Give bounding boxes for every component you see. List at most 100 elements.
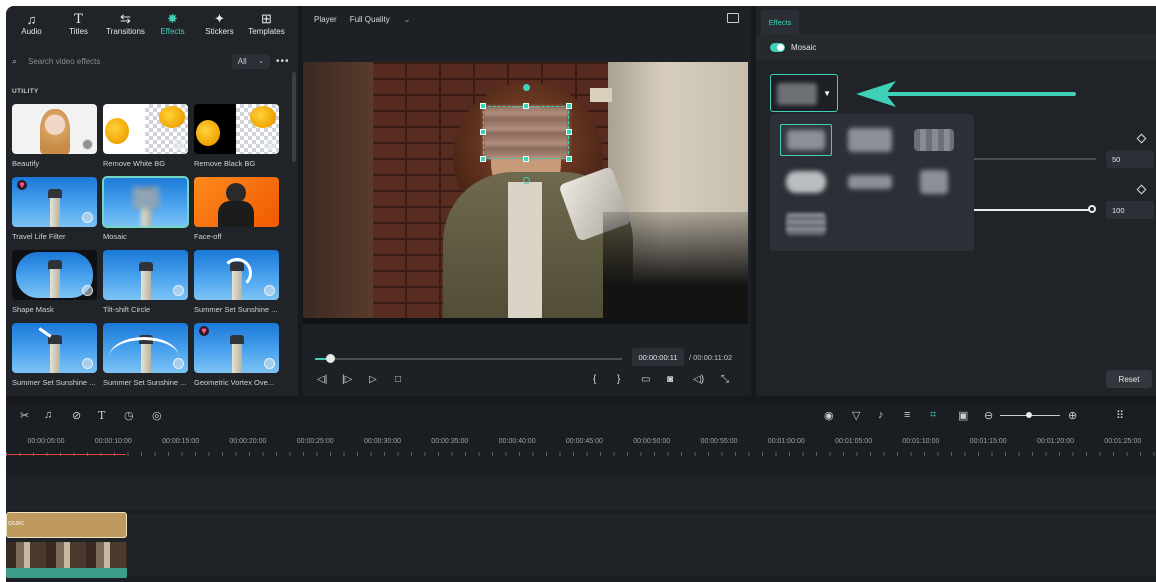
effect-tile-travel-life-filter[interactable]: Travel Life Filter <box>12 177 97 241</box>
camera-icon[interactable]: ◙ <box>667 374 673 385</box>
color-match-icon[interactable]: ◎ <box>152 409 162 422</box>
cut-icon[interactable]: ✂ <box>20 409 29 422</box>
tab-audio[interactable]: ♫ Audio <box>8 6 55 44</box>
play-backward-icon[interactable]: |▷ <box>342 374 352 385</box>
slider-2-value[interactable]: 100 <box>1106 201 1154 219</box>
snapshot-icon[interactable] <box>727 13 739 23</box>
mosaic-selection-box[interactable] <box>483 106 569 159</box>
player-seekbar[interactable] <box>315 354 622 363</box>
tab-titles[interactable]: T Titles <box>55 6 102 44</box>
video-preview[interactable] <box>303 62 748 318</box>
effect-tile-face-off[interactable]: Face-off <box>194 177 279 241</box>
download-icon[interactable] <box>82 139 93 150</box>
mosaic-style-option[interactable] <box>780 208 832 240</box>
snap-icon[interactable]: ⌗ <box>930 409 936 422</box>
video-track[interactable] <box>6 514 1156 576</box>
keyframe-icon[interactable] <box>1136 133 1147 144</box>
mosaic-style-option[interactable] <box>780 124 832 156</box>
download-icon[interactable] <box>264 358 275 369</box>
display-icon[interactable]: ▭ <box>641 374 650 385</box>
download-icon[interactable] <box>82 285 93 296</box>
resize-handle[interactable] <box>523 156 529 162</box>
search-input[interactable]: Search video effects <box>24 57 232 66</box>
effect-tile-summer-set-3[interactable]: Summer Set Sunshine ... <box>103 323 188 387</box>
effect-tile-tilt-shift-circle[interactable]: Tilt-shift Circle <box>103 250 188 314</box>
effect-tile-remove-white-bg[interactable]: Remove White BG <box>103 104 188 168</box>
play-icon[interactable]: ▷ <box>369 374 377 385</box>
tab-templates[interactable]: ⊞ Templates <box>243 6 290 44</box>
resize-handle[interactable] <box>566 156 572 162</box>
tab-stickers[interactable]: ✦ Stickers <box>196 6 243 44</box>
volume-icon[interactable]: ◁) <box>693 374 704 385</box>
zoom-knob[interactable] <box>1026 412 1032 418</box>
tab-effects[interactable]: ✸ Effects <box>149 6 196 44</box>
mosaic-style-option[interactable] <box>908 166 960 198</box>
audio-detach-icon[interactable]: ♫ <box>44 409 52 421</box>
slider-1-value[interactable]: 50 <box>1106 150 1154 168</box>
filter-dropdown[interactable]: All ⌄ <box>232 53 270 69</box>
tab-effects-properties[interactable]: Effects <box>761 10 799 34</box>
mark-out-icon[interactable]: } <box>617 374 620 385</box>
download-icon[interactable] <box>264 139 275 150</box>
download-icon[interactable] <box>82 212 93 223</box>
keyframe-icon[interactable] <box>1136 184 1147 195</box>
slider-2-knob[interactable] <box>1088 205 1096 213</box>
chevron-down-icon[interactable]: ⌄ <box>404 15 411 24</box>
more-options-icon[interactable]: ••• <box>276 56 292 67</box>
mosaic-style-dropdown[interactable]: ▼ <box>770 74 838 112</box>
resize-handle[interactable] <box>480 156 486 162</box>
mosaic-style-option[interactable] <box>908 124 960 156</box>
timeline-ruler[interactable]: 00:00:05:00 00:00:10:00 00:00:15:00 00:00:2… <box>6 434 1156 456</box>
download-icon[interactable] <box>173 358 184 369</box>
resize-handle[interactable] <box>480 129 486 135</box>
effect-tile-beautify[interactable]: Beautify <box>12 104 97 168</box>
zoom-in-icon[interactable]: ⊕ <box>1068 409 1077 422</box>
mosaic-style-option[interactable] <box>780 166 832 198</box>
slider-1[interactable] <box>966 158 1096 160</box>
speed-icon[interactable]: ◷ <box>124 409 134 422</box>
effect-tile-shape-mask[interactable]: Shape Mask <box>12 250 97 314</box>
effect-track[interactable] <box>6 476 1156 510</box>
playhead[interactable] <box>6 454 126 455</box>
current-time[interactable]: 00:00:00:11 <box>632 348 684 366</box>
mosaic-style-option[interactable] <box>844 166 896 198</box>
download-icon[interactable] <box>82 358 93 369</box>
effect-toggle[interactable] <box>770 42 785 52</box>
effect-tile-remove-black-bg[interactable]: Remove Black BG <box>194 104 279 168</box>
effect-tile-geometric-vortex[interactable]: Geometric Vortex Ove... <box>194 323 279 387</box>
download-icon[interactable] <box>173 139 184 150</box>
slider-2[interactable] <box>966 209 1092 211</box>
stop-icon[interactable]: □ <box>395 374 401 385</box>
quality-dropdown[interactable]: Full Quality <box>350 15 390 24</box>
fullscreen-icon[interactable]: ⤡ <box>721 374 729 385</box>
fit-icon[interactable]: ▣ <box>958 409 968 422</box>
marker-icon[interactable]: ▽ <box>852 409 860 422</box>
tab-transitions[interactable]: ⇆ Transitions <box>102 6 149 44</box>
anchor-handle[interactable] <box>523 177 530 184</box>
reset-button[interactable]: Reset <box>1106 370 1152 388</box>
grid-options-icon[interactable]: ⠿ <box>1116 409 1124 422</box>
text-tool-icon[interactable]: T <box>98 409 105 422</box>
seek-knob[interactable] <box>326 354 335 363</box>
effect-tile-mosaic[interactable]: Mosaic <box>102 176 189 241</box>
prev-frame-icon[interactable]: ◁| <box>317 374 327 385</box>
video-clip[interactable] <box>6 542 127 578</box>
download-icon[interactable] <box>264 285 275 296</box>
mark-in-icon[interactable]: { <box>593 374 596 385</box>
effect-clip[interactable]: osaic <box>6 512 127 538</box>
effect-tile-summer-set-2[interactable]: Summer Set Sunshine ... <box>12 323 97 387</box>
rotate-handle[interactable] <box>523 84 530 91</box>
resize-handle[interactable] <box>566 129 572 135</box>
download-icon[interactable] <box>173 285 184 296</box>
microphone-icon[interactable]: ♪ <box>878 409 884 421</box>
resize-handle[interactable] <box>523 103 529 109</box>
disable-icon[interactable]: ⊘ <box>72 409 81 422</box>
resize-handle[interactable] <box>566 103 572 109</box>
zoom-out-icon[interactable]: ⊖ <box>984 409 993 422</box>
voiceover-icon[interactable]: ≡ <box>904 409 910 421</box>
library-scrollbar[interactable] <box>292 72 296 162</box>
mosaic-style-option[interactable] <box>844 124 896 156</box>
render-icon[interactable]: ◉ <box>824 409 834 422</box>
resize-handle[interactable] <box>480 103 486 109</box>
effect-tile-summer-set-1[interactable]: Summer Set Sunshine ... <box>194 250 279 314</box>
